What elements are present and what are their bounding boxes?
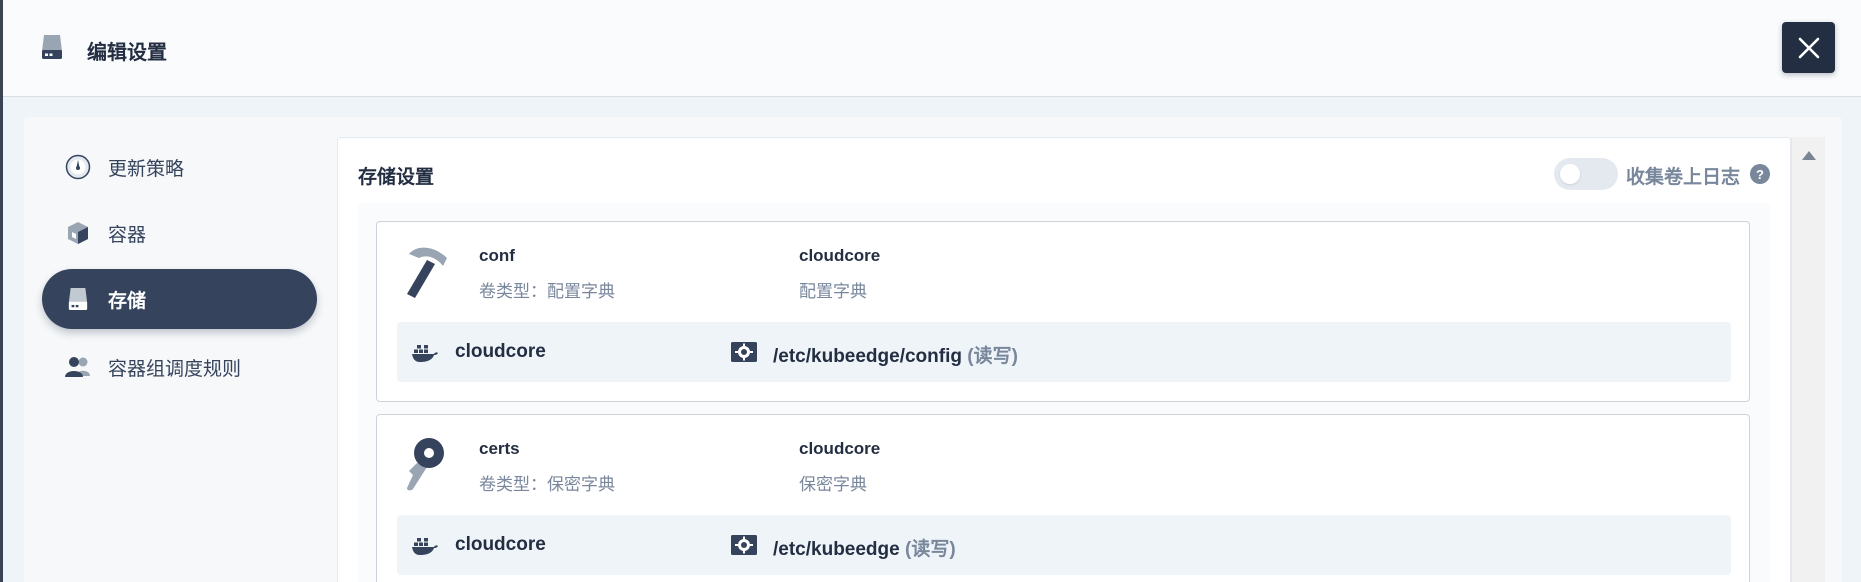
docker-icon [412, 538, 438, 555]
close-button[interactable] [1782, 22, 1835, 73]
volume-card: certs 卷类型：保密字典 cloudcore 保密字典 cloudcore [376, 414, 1750, 582]
volume-name: conf [479, 246, 515, 265]
sidebar-item-label: 更新策略 [108, 158, 185, 180]
mount-mode: (读写) [967, 346, 1018, 367]
storage-settings-panel: 存储设置 收集卷上日志 ? conf 卷类型：配置字典 cloudcore 配置… [337, 137, 1791, 582]
volume-source-name: cloudcore [799, 439, 881, 458]
volume-source-type: 保密字典 [799, 475, 867, 494]
section-title: 存储设置 [358, 167, 435, 188]
storage-icon [42, 35, 62, 59]
mount-gear-icon [731, 342, 757, 362]
container-icon [64, 219, 92, 247]
help-icon[interactable]: ? [1750, 164, 1770, 184]
mount-path: /etc/kubeedge/config (读写) [773, 341, 1018, 368]
users-icon [64, 353, 92, 381]
sidebar-item-label: 容器 [108, 224, 147, 246]
mount-path-text: /etc/kubeedge/config [773, 346, 962, 367]
key-icon [407, 438, 444, 491]
sidebar-item-label: 容器组调度规则 [108, 358, 242, 380]
toggle-knob [1560, 164, 1580, 184]
mount-container-name: cloudcore [455, 534, 546, 555]
mount-path-text: /etc/kubeedge [773, 539, 900, 560]
sidebar-item-storage[interactable]: 存储 [42, 269, 317, 329]
volume-card: conf 卷类型：配置字典 cloudcore 配置字典 cloudcore /… [376, 221, 1750, 402]
collect-logs-toggle[interactable] [1554, 158, 1618, 190]
volume-source-type: 配置字典 [799, 282, 867, 301]
mount-row: cloudcore /etc/kubeedge (读写) [397, 515, 1731, 575]
volume-type: 卷类型：保密字典 [479, 475, 615, 494]
mount-mode: (读写) [905, 539, 956, 560]
volume-type: 卷类型：配置字典 [479, 282, 615, 301]
storage-icon [64, 285, 92, 313]
dialog-header: 编辑设置 [3, 0, 1861, 97]
sidebar-item-label: 存储 [108, 290, 147, 312]
sidebar-item-container[interactable]: 容器 [42, 203, 317, 263]
update-strategy-icon [64, 153, 92, 181]
mount-row: cloudcore /etc/kubeedge/config (读写) [397, 322, 1731, 382]
mount-path: /etc/kubeedge (读写) [773, 534, 956, 561]
mount-gear-icon [731, 535, 757, 555]
volume-name: certs [479, 439, 520, 458]
mount-container-name: cloudcore [455, 341, 546, 362]
dialog-title: 编辑设置 [87, 42, 167, 64]
scrollbar[interactable] [1791, 137, 1825, 582]
sidebar-item-scheduling-rules[interactable]: 容器组调度规则 [42, 337, 317, 397]
scroll-up-arrow-icon[interactable] [1802, 151, 1816, 160]
volume-source-name: cloudcore [799, 246, 881, 265]
sidebar-item-update-strategy[interactable]: 更新策略 [42, 137, 317, 197]
docker-icon [412, 345, 438, 362]
close-icon [1798, 37, 1819, 58]
hammer-icon [407, 247, 447, 298]
collect-logs-label: 收集卷上日志 [1626, 167, 1741, 188]
